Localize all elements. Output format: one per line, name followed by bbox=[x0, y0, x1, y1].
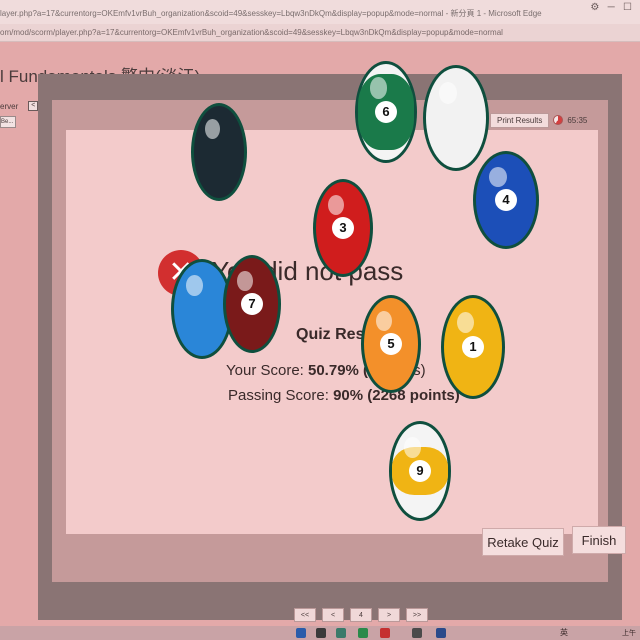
timer-icon bbox=[553, 115, 564, 125]
passing-score-line: Passing Score: 90% (2268 points) bbox=[228, 387, 460, 404]
side-go-button[interactable]: Be... bbox=[0, 116, 16, 128]
taskbar: 英 上午 bbox=[0, 626, 640, 640]
billiard-ball-red-3-icon: 3 bbox=[316, 182, 370, 274]
taskbar-app-icon[interactable] bbox=[380, 628, 390, 638]
passing-score-value: 90% (2268 points) bbox=[333, 387, 460, 404]
billiard-ball-yellow-1-icon: 1 bbox=[444, 298, 502, 396]
clock[interactable]: 上午 bbox=[622, 628, 636, 638]
billiard-ball-orange-5-icon: 5 bbox=[364, 298, 418, 390]
ball-number: 4 bbox=[495, 189, 517, 211]
address-url: om/mod/scorm/player.php?a=17&currentorg=… bbox=[0, 28, 503, 37]
ball-number: 6 bbox=[375, 101, 397, 123]
billiard-ball-yellow-striped-9-icon: 9 bbox=[392, 424, 448, 518]
pager-prev-button[interactable]: < bbox=[322, 608, 344, 622]
side-toggle-button[interactable]: < bbox=[28, 101, 39, 111]
timer-value: 65:35 bbox=[567, 115, 588, 125]
player-toolbar: Print Results 65:35 bbox=[490, 112, 587, 128]
billiard-ball-blue-2-icon bbox=[174, 262, 230, 356]
pager-first-button[interactable]: << bbox=[294, 608, 316, 622]
billiard-ball-blue-4-icon: 4 bbox=[476, 154, 536, 246]
pager-page-button[interactable]: 4 bbox=[350, 608, 372, 622]
pager-last-button[interactable]: >> bbox=[406, 608, 428, 622]
taskbar-app-icon[interactable] bbox=[412, 628, 422, 638]
browser-title: layer.php?a=17&currentorg=OKEmfv1vrBuh_o… bbox=[0, 9, 542, 18]
input-language[interactable]: 英 bbox=[560, 627, 568, 638]
billiard-ball-green-striped-icon: 6 bbox=[358, 64, 414, 160]
ball-number: 7 bbox=[241, 293, 263, 315]
finish-button[interactable]: Finish bbox=[572, 526, 626, 554]
window-controls-icon[interactable]: ⚙ ─ ☐ bbox=[590, 2, 632, 13]
billiard-ball-black-icon bbox=[194, 106, 244, 198]
browser-title-bar: layer.php?a=17&currentorg=OKEmfv1vrBuh_o… bbox=[0, 0, 640, 24]
passing-score-label: Passing Score: bbox=[228, 387, 329, 404]
billiard-ball-maroon-7-icon: 7 bbox=[226, 258, 278, 350]
taskbar-app-icon[interactable] bbox=[336, 628, 346, 638]
taskbar-app-icon[interactable] bbox=[316, 628, 326, 638]
side-panel: erver < Be... bbox=[0, 100, 39, 128]
ball-number: 1 bbox=[462, 336, 484, 358]
address-bar[interactable]: om/mod/scorm/player.php?a=17&currentorg=… bbox=[0, 24, 640, 42]
ball-number: 5 bbox=[380, 333, 402, 355]
retake-quiz-button[interactable]: Retake Quiz bbox=[482, 528, 564, 556]
print-results-button[interactable]: Print Results bbox=[490, 112, 550, 128]
ball-number: 9 bbox=[409, 460, 431, 482]
taskbar-app-icon[interactable] bbox=[358, 628, 368, 638]
pager-next-button[interactable]: > bbox=[378, 608, 400, 622]
billiard-ball-white-cue-icon bbox=[426, 68, 486, 168]
ball-number: 3 bbox=[332, 217, 354, 239]
pager: << < 4 > >> bbox=[294, 608, 428, 622]
your-score-label: Your Score: bbox=[226, 362, 304, 379]
taskbar-app-icon[interactable] bbox=[296, 628, 306, 638]
taskbar-app-icon[interactable] bbox=[436, 628, 446, 638]
side-label: erver bbox=[0, 101, 19, 111]
